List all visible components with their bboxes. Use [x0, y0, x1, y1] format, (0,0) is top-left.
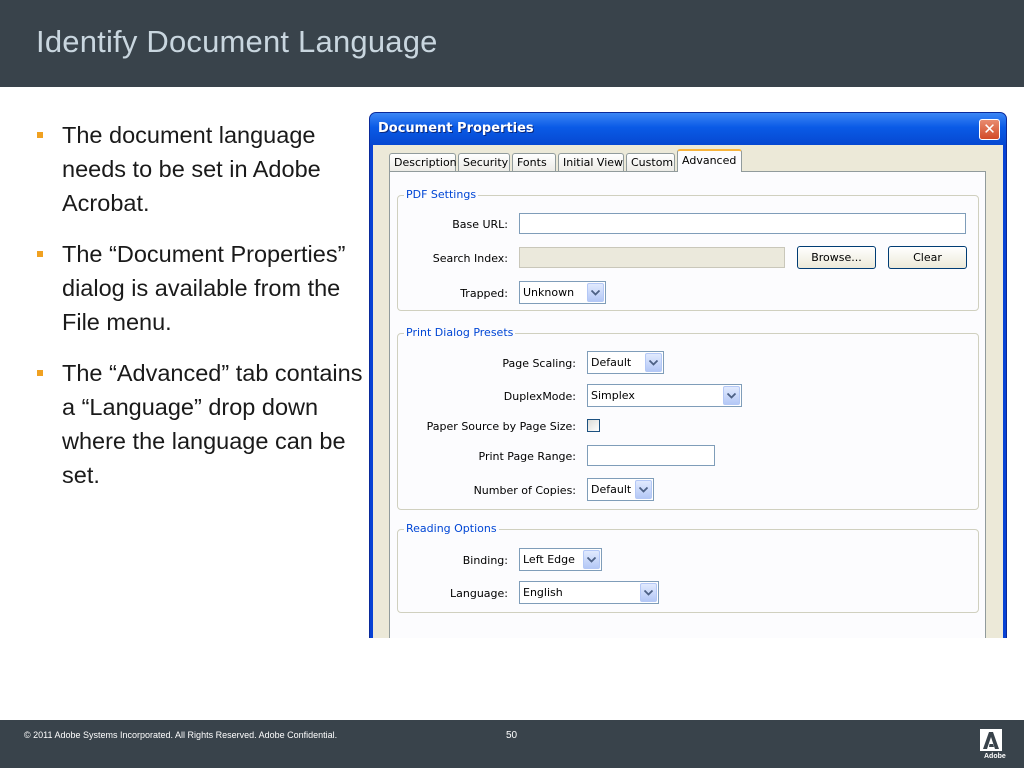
reading-options-group: Reading Options Binding: Left Edge Langu… — [397, 522, 979, 613]
dialog-client-area: Description Security Fonts Initial View … — [373, 145, 1003, 638]
adobe-logo-text: Adobe — [984, 753, 1006, 760]
tab-security[interactable]: Security — [458, 153, 510, 171]
pdf-settings-legend: PDF Settings — [404, 188, 479, 201]
print-presets-legend: Print Dialog Presets — [404, 326, 516, 339]
bullet-marker-icon — [37, 251, 43, 257]
bullet-text: The “Advanced” tab contains a “Language”… — [62, 360, 363, 488]
number-of-copies-dropdown[interactable]: Default — [587, 478, 654, 501]
bullet-item: The document language needs to be set in… — [34, 118, 364, 220]
tab-initial-view[interactable]: Initial View — [558, 153, 624, 171]
number-of-copies-value: Default — [591, 483, 632, 496]
bullet-item: The “Advanced” tab contains a “Language”… — [34, 356, 364, 492]
page-number: 50 — [506, 730, 518, 741]
chevron-down-icon[interactable] — [640, 583, 657, 602]
binding-dropdown[interactable]: Left Edge — [519, 548, 602, 571]
language-label: Language: — [450, 587, 508, 600]
reading-options-legend: Reading Options — [404, 522, 499, 535]
page-scaling-value: Default — [591, 356, 632, 369]
number-of-copies-label: Number of Copies: — [473, 484, 576, 497]
trapped-label: Trapped: — [460, 287, 508, 300]
document-properties-dialog: Document Properties ✕ Description Securi… — [369, 112, 1007, 638]
bullet-marker-icon — [37, 132, 43, 138]
chevron-down-icon[interactable] — [635, 480, 652, 499]
copyright-text: © 2011 Adobe Systems Incorporated. All R… — [24, 730, 338, 740]
print-page-range-label: Print Page Range: — [478, 450, 577, 463]
bullet-marker-icon — [37, 370, 43, 376]
trapped-dropdown[interactable]: Unknown — [519, 281, 606, 304]
print-dialog-presets-group: Print Dialog Presets Page Scaling: Defau… — [397, 326, 979, 510]
search-index-input — [519, 247, 785, 268]
close-icon: ✕ — [983, 120, 996, 138]
language-dropdown[interactable]: English — [519, 581, 659, 604]
slide-title: Identify Document Language — [36, 24, 438, 59]
duplex-mode-dropdown[interactable]: Simplex — [587, 384, 742, 407]
slide-header: Identify Document Language — [0, 0, 1024, 87]
base-url-label: Base URL: — [452, 218, 508, 231]
close-button[interactable]: ✕ — [979, 119, 1000, 140]
binding-label: Binding: — [462, 554, 508, 567]
print-page-range-input[interactable] — [587, 445, 715, 466]
duplex-mode-label: DuplexMode: — [503, 390, 576, 403]
paper-source-checkbox[interactable] — [587, 419, 600, 432]
bullet-text: The “Document Properties” dialog is avai… — [62, 241, 346, 335]
tab-advanced[interactable]: Advanced — [677, 149, 742, 172]
tab-custom[interactable]: Custom — [626, 153, 675, 171]
tab-description[interactable]: Description — [389, 153, 457, 171]
dialog-titlebar[interactable]: Document Properties ✕ — [370, 113, 1006, 145]
bullet-list: The document language needs to be set in… — [34, 118, 364, 509]
binding-value: Left Edge — [523, 553, 575, 566]
chevron-down-icon[interactable] — [723, 386, 740, 405]
tab-fonts[interactable]: Fonts — [512, 153, 556, 171]
advanced-tab-panel: PDF Settings Base URL: Search Index: Bro… — [389, 171, 986, 638]
bullet-text: The document language needs to be set in… — [62, 122, 321, 216]
browse-button[interactable]: Browse... — [797, 246, 876, 269]
search-index-label: Search Index: — [432, 252, 508, 265]
language-value: English — [523, 586, 563, 599]
slide-footer: © 2011 Adobe Systems Incorporated. All R… — [0, 720, 1024, 768]
bullet-item: The “Document Properties” dialog is avai… — [34, 237, 364, 339]
trapped-value: Unknown — [523, 286, 575, 299]
chevron-down-icon[interactable] — [583, 550, 600, 569]
pdf-settings-group: PDF Settings Base URL: Search Index: Bro… — [397, 188, 979, 311]
paper-source-label: Paper Source by Page Size: — [426, 420, 576, 433]
chevron-down-icon[interactable] — [645, 353, 662, 372]
duplex-mode-value: Simplex — [591, 389, 635, 402]
page-scaling-dropdown[interactable]: Default — [587, 351, 664, 374]
base-url-input[interactable] — [519, 213, 966, 234]
chevron-down-icon[interactable] — [587, 283, 604, 302]
dialog-title: Document Properties — [378, 121, 534, 136]
page-scaling-label: Page Scaling: — [502, 357, 576, 370]
clear-button[interactable]: Clear — [888, 246, 967, 269]
